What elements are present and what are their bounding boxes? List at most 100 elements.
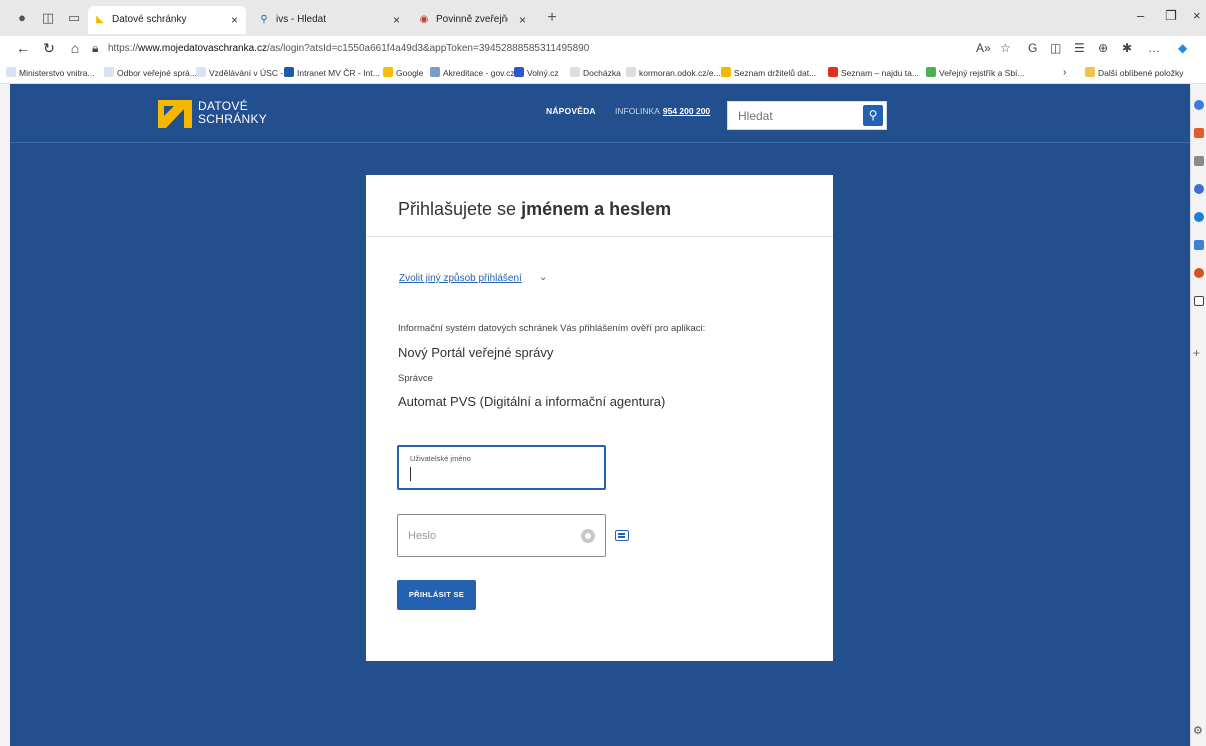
- page-content: DATOVÉ SCHRÁNKY NÁPOVĚDA INFOLINKA 954 20…: [10, 84, 1190, 746]
- login-button[interactable]: PŘIHLÁSIT SE: [397, 580, 476, 610]
- tab-label: Povinně zveřejňované informace: [436, 14, 508, 25]
- password-input[interactable]: [408, 527, 568, 545]
- browser-window: ● ◫ ▭ ◣ Datové schránky × ⚲ ivs - Hledat…: [0, 0, 1206, 746]
- infoline-number[interactable]: 954 200 200: [663, 106, 710, 116]
- extensions-icon[interactable]: ✱: [1122, 41, 1132, 55]
- read-aloud-icon[interactable]: A»: [976, 41, 991, 55]
- address-bar[interactable]: https://www.mojedatovaschranka.cz/as/log…: [108, 40, 589, 58]
- search-button[interactable]: ⚲: [863, 105, 883, 126]
- chevron-down-icon[interactable]: ⌄: [539, 272, 547, 283]
- username-label: Uživatelské jméno: [410, 454, 471, 463]
- rejstrik-favicon: [926, 67, 936, 77]
- favorite-item[interactable]: Akreditace - gov.cz: [430, 65, 515, 81]
- profile-icon[interactable]: ●: [14, 10, 30, 26]
- back-icon[interactable]: ←: [14, 40, 32, 56]
- volny-favicon: [514, 67, 524, 77]
- favorites-bar: Ministerstvo vnitra... Odbor veřejné spr…: [0, 62, 1206, 84]
- seznam-favicon: [828, 67, 838, 77]
- search-input[interactable]: [728, 102, 858, 129]
- sidebar-copilot-icon[interactable]: [1194, 100, 1204, 110]
- tab-datove-schranky[interactable]: ◣ Datové schránky ×: [88, 6, 246, 34]
- sidebar-tools-icon[interactable]: [1194, 156, 1204, 166]
- sidebar-games-icon[interactable]: [1194, 184, 1204, 194]
- other-favorites-folder[interactable]: Další oblíbené položky: [1085, 65, 1184, 81]
- administrator-label: Správce: [398, 373, 433, 384]
- help-link[interactable]: NÁPOVĚDA: [546, 106, 596, 116]
- administrator-name: Automat PVS (Digitální a informační agen…: [398, 394, 666, 409]
- edge-sidebar: + ⚙: [1190, 84, 1206, 746]
- favorite-item[interactable]: Seznam – najdu ta...: [828, 65, 919, 81]
- favorites-icon[interactable]: ☰: [1074, 41, 1085, 55]
- logo-line2: SCHRÁNKY: [198, 112, 268, 126]
- virtual-keyboard-icon[interactable]: [615, 530, 629, 541]
- sidebar-outlook-icon[interactable]: [1194, 212, 1204, 222]
- datove-schranky-logo-icon[interactable]: [158, 100, 192, 128]
- folder-favicon: [104, 67, 114, 77]
- split-screen-icon[interactable]: ◫: [1050, 41, 1061, 55]
- username-field[interactable]: Uživatelské jméno: [397, 445, 606, 490]
- tab-label: Datové schránky: [112, 14, 187, 25]
- folder-favicon: [196, 67, 206, 77]
- workspaces-icon[interactable]: ◫: [40, 10, 56, 26]
- favorite-item[interactable]: Docházka: [570, 65, 621, 81]
- url-path: /as/login?atsId=c1550a661f4a49d3&appToke…: [266, 43, 590, 54]
- tab-ivs-hledat[interactable]: ⚲ ivs - Hledat ×: [252, 6, 408, 34]
- favorite-item[interactable]: Veřejný rejstřík a Sbí...: [926, 65, 1025, 81]
- sidebar-notes-icon[interactable]: [1194, 296, 1204, 306]
- lock-icon[interactable]: 🔒︎: [92, 41, 98, 56]
- collections-icon[interactable]: ⊕: [1098, 41, 1108, 55]
- login-title: Přihlašujete se jménem a heslem: [398, 199, 672, 219]
- close-tab-icon[interactable]: ×: [519, 6, 526, 34]
- favorite-item[interactable]: Seznam držitelů dat...: [721, 65, 816, 81]
- password-field[interactable]: [397, 514, 606, 557]
- new-tab-icon[interactable]: +: [544, 10, 560, 26]
- home-icon[interactable]: ⌂: [66, 40, 84, 56]
- favorite-star-icon[interactable]: ☆: [1000, 41, 1011, 55]
- username-input[interactable]: [408, 465, 598, 483]
- tab-actions-icon[interactable]: ▭: [66, 10, 82, 26]
- show-password-eye-icon[interactable]: [581, 529, 595, 543]
- tab-label: ivs - Hledat: [276, 14, 327, 25]
- favorite-item[interactable]: Ministerstvo vnitra...: [6, 65, 95, 81]
- favorite-item[interactable]: kormoran.odok.cz/e...: [626, 65, 721, 81]
- login-card: Přihlašujete se jménem a heslem Zvolit j…: [366, 175, 833, 661]
- folder-favicon: [6, 67, 16, 77]
- page-favicon: [570, 67, 580, 77]
- alternative-login-link[interactable]: Zvolit jiný způsob přihlášení: [399, 273, 522, 284]
- favorite-item[interactable]: Odbor veřejné sprá...: [104, 65, 197, 81]
- minimize-icon[interactable]: –: [1137, 8, 1144, 23]
- site-header: DATOVÉ SCHRÁNKY NÁPOVĚDA INFOLINKA 954 20…: [10, 84, 1190, 143]
- close-tab-icon[interactable]: ×: [231, 6, 238, 34]
- close-window-icon[interactable]: ×: [1193, 8, 1201, 23]
- close-tab-icon[interactable]: ×: [393, 6, 400, 34]
- restore-icon[interactable]: ❐: [1165, 8, 1177, 24]
- application-name: Nový Portál veřejné správy: [398, 345, 554, 360]
- favorite-item[interactable]: Volný.cz: [514, 65, 559, 81]
- intranet-favicon: [284, 67, 294, 77]
- url-domain: www.mojedatovaschranka.cz: [138, 43, 267, 54]
- sidebar-shopping-icon[interactable]: [1194, 128, 1204, 138]
- infoline: INFOLINKA 954 200 200: [615, 106, 710, 116]
- favorite-item[interactable]: Intranet MV ČR - Int...: [284, 65, 380, 81]
- datove-schranky-favicon: ◣: [96, 14, 104, 25]
- tab-strip: ● ◫ ▭ ◣ Datové schránky × ⚲ ivs - Hledat…: [0, 0, 1206, 36]
- refresh-icon[interactable]: ↻: [40, 40, 58, 57]
- copilot-icon[interactable]: ◆: [1178, 41, 1187, 55]
- favorite-item[interactable]: Google: [383, 65, 423, 81]
- favorite-item[interactable]: Vzdělávání v ÚSC -...: [196, 65, 290, 81]
- favorites-overflow-icon[interactable]: ›: [1063, 65, 1066, 81]
- address-bar-row: ← ↻ ⌂ 🔒︎ https://www.mojedatovaschranka.…: [0, 36, 1206, 62]
- browser-essentials-icon[interactable]: G: [1028, 41, 1037, 55]
- site-search: ⚲: [727, 101, 887, 130]
- logo-text[interactable]: DATOVÉ SCHRÁNKY: [198, 100, 267, 126]
- info-text: Informační systém datových schránek Vás …: [398, 323, 706, 334]
- sidebar-settings-icon[interactable]: ⚙: [1193, 724, 1203, 737]
- gov-favicon: [430, 67, 440, 77]
- google-favicon: [383, 67, 393, 77]
- tab-povinne-informace[interactable]: ◉ Povinně zveřejňované informace ×: [412, 6, 530, 34]
- sidebar-drop-icon[interactable]: [1194, 240, 1204, 250]
- sidebar-office-icon[interactable]: [1194, 268, 1204, 278]
- sidebar-add-icon[interactable]: +: [1193, 346, 1200, 360]
- datove-schranky-favicon: [721, 67, 731, 77]
- more-icon[interactable]: …: [1148, 41, 1160, 55]
